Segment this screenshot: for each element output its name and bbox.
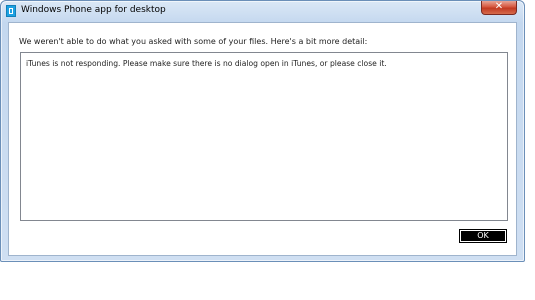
window-title: Windows Phone app for desktop bbox=[21, 5, 166, 15]
dialog-body: We weren't able to do what you asked wit… bbox=[8, 22, 517, 256]
dialog-window: Windows Phone app for desktop ✕ We weren… bbox=[0, 0, 525, 262]
error-detail-text: iTunes is not responding. Please make su… bbox=[26, 59, 387, 68]
windows-phone-app-icon bbox=[6, 5, 16, 17]
close-button[interactable]: ✕ bbox=[481, 1, 517, 15]
ok-button[interactable]: OK bbox=[459, 229, 507, 243]
close-icon: ✕ bbox=[494, 1, 504, 12]
error-heading: We weren't able to do what you asked wit… bbox=[19, 37, 368, 46]
title-bar[interactable]: Windows Phone app for desktop ✕ bbox=[1, 1, 524, 21]
error-detail-box[interactable]: iTunes is not responding. Please make su… bbox=[20, 52, 508, 221]
ok-button-label: OK bbox=[477, 231, 489, 240]
